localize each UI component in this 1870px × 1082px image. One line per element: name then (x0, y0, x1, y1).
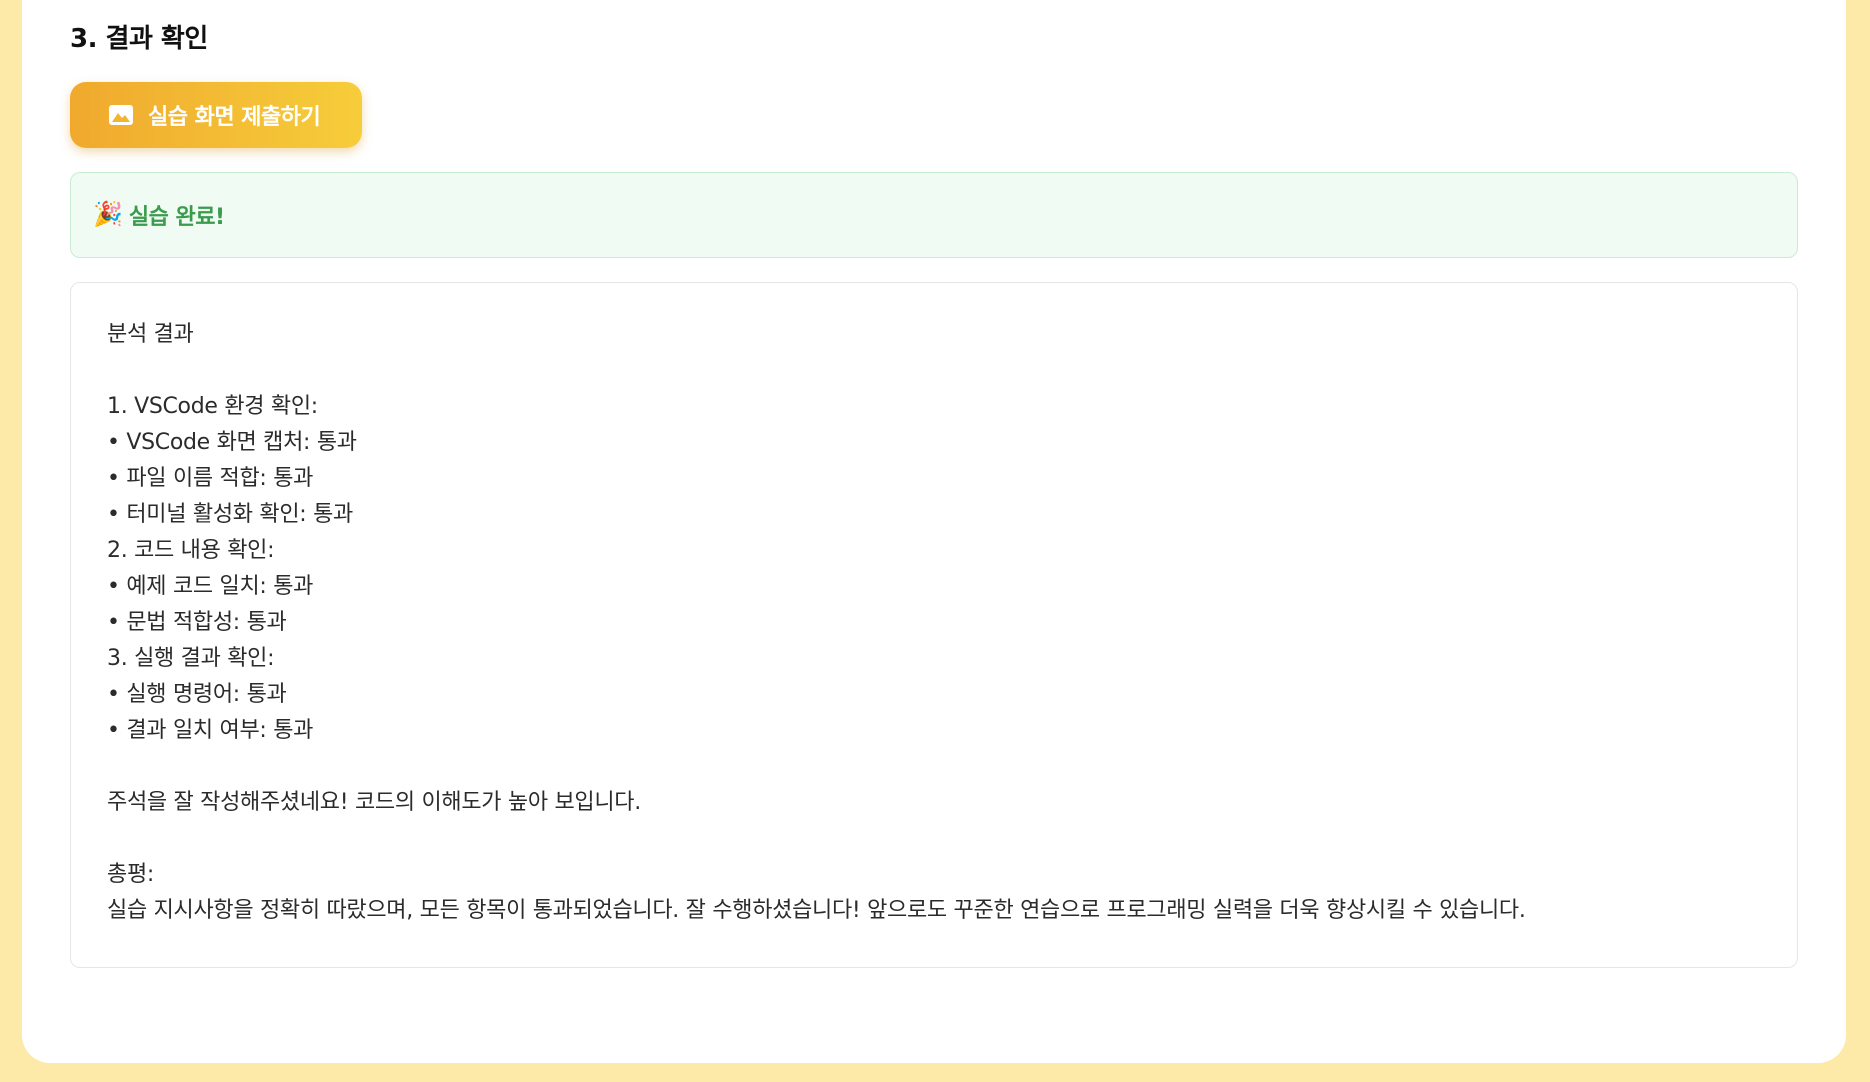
submit-practice-screen-button[interactable]: 실습 화면 제출하기 (70, 82, 362, 148)
success-banner: 🎉 실습 완료! (70, 172, 1798, 258)
analysis-section-title: 2. 코드 내용 확인: (107, 538, 275, 563)
analysis-section-title: 1. VSCode 환경 확인: (107, 394, 318, 419)
party-popper-icon: 🎉 (93, 201, 123, 228)
analysis-item: • 문법 적합성: 통과 (107, 610, 287, 635)
analysis-item: • 예제 코드 일치: 통과 (107, 574, 314, 599)
content-card: 3. 결과 확인 실습 화면 제출하기 🎉 실습 완료! 분석 결과 1. VS… (22, 0, 1846, 1063)
summary-label: 총평: (107, 862, 154, 887)
analysis-heading: 분석 결과 (107, 322, 194, 347)
analysis-section-title: 3. 실행 결과 확인: (107, 646, 275, 671)
analysis-comment: 주석을 잘 작성해주셨네요! 코드의 이해도가 높아 보입니다. (107, 790, 641, 815)
success-message: 실습 완료! (128, 205, 225, 230)
analysis-item: • 실행 명령어: 통과 (107, 682, 287, 707)
analysis-item: • 결과 일치 여부: 통과 (107, 718, 314, 743)
image-icon (108, 104, 134, 126)
analysis-item: • VSCode 화면 캡처: 통과 (107, 430, 357, 455)
section-title: 3. 결과 확인 (70, 24, 208, 54)
analysis-item: • 터미널 활성화 확인: 통과 (107, 502, 353, 527)
submit-button-label: 실습 화면 제출하기 (148, 105, 321, 130)
analysis-result-panel: 분석 결과 1. VSCode 환경 확인: • VSCode 화면 캡처: 통… (70, 282, 1798, 968)
analysis-item: • 파일 이름 적합: 통과 (107, 466, 314, 491)
summary-text: 실습 지시사항을 정확히 따랐으며, 모든 항목이 통과되었습니다. 잘 수행하… (107, 898, 1526, 923)
